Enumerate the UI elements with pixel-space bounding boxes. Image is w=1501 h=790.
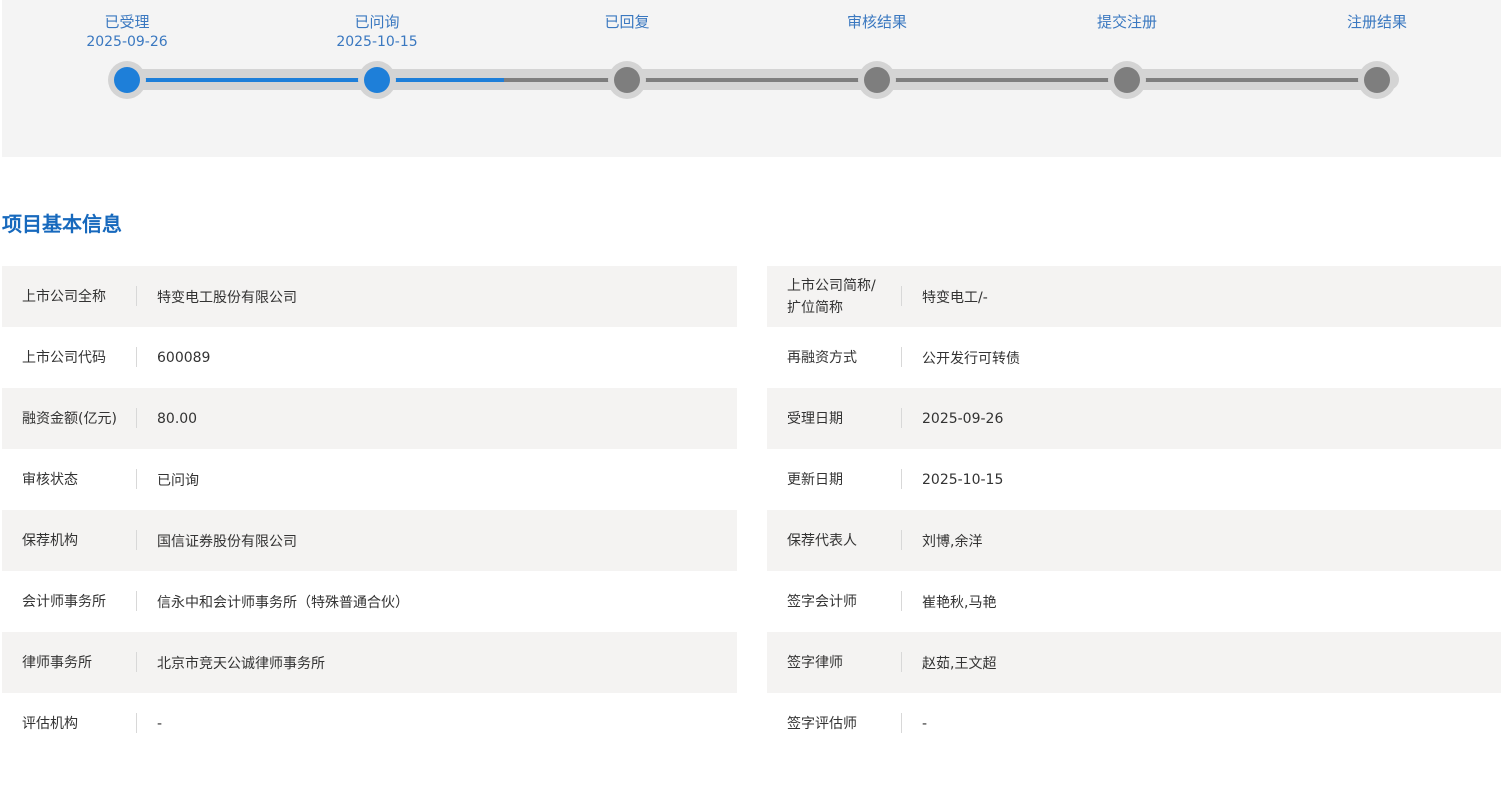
info-label: 上市公司代码 xyxy=(22,349,106,366)
timeline-step-label: 提交注册 xyxy=(1096,13,1157,31)
timeline-dot-pending-icon xyxy=(1364,67,1390,93)
info-label: 受理日期 xyxy=(787,410,843,427)
info-value: 信永中和会计师事务所（特殊普通合伙） xyxy=(157,594,409,611)
info-row: 受理日期 2025-09-26 xyxy=(767,388,1501,449)
info-divider xyxy=(901,408,902,428)
timeline-dot-pending-icon xyxy=(864,67,890,93)
info-divider xyxy=(136,469,137,489)
info-row: 评估机构 - xyxy=(2,693,737,754)
info-label: 保荐代表人 xyxy=(787,532,857,549)
info-row: 审核状态 已问询 xyxy=(2,449,737,510)
info-row: 签字评估师 - xyxy=(767,693,1501,754)
info-value: 特变电工/- xyxy=(922,289,988,306)
timeline-step-date: 2025-09-26 xyxy=(86,34,168,50)
info-label: 评估机构 xyxy=(22,715,78,732)
info-divider xyxy=(136,408,137,428)
info-label: 上市公司全称 xyxy=(22,288,106,305)
timeline-step-label: 已问询 xyxy=(354,13,400,31)
info-divider xyxy=(901,591,902,611)
progress-timeline: 已受理 2025-09-26 已问询 2025-10-15 已回复 审核结果 提交注册 注册结… xyxy=(2,0,1501,157)
timeline-node xyxy=(858,61,896,99)
info-divider xyxy=(901,652,902,672)
section-title: 项目基本信息 xyxy=(2,212,122,236)
info-label: 签字律师 xyxy=(787,654,843,671)
timeline-node xyxy=(108,61,146,99)
info-divider xyxy=(136,713,137,733)
info-divider xyxy=(901,347,902,367)
info-divider xyxy=(136,530,137,550)
info-divider xyxy=(901,286,902,306)
info-divider xyxy=(901,713,902,733)
info-value: 国信证券股份有限公司 xyxy=(157,533,297,550)
info-label: 融资金额(亿元) xyxy=(22,410,117,427)
info-divider xyxy=(136,347,137,367)
info-row: 保荐机构 国信证券股份有限公司 xyxy=(2,510,737,571)
info-value: 600089 xyxy=(157,349,211,366)
info-value: 北京市竞天公诚律师事务所 xyxy=(157,655,325,672)
info-row: 融资金额(亿元) 80.00 xyxy=(2,388,737,449)
info-value: 已问询 xyxy=(157,472,199,489)
info-value: 公开发行可转债 xyxy=(922,350,1020,367)
info-divider xyxy=(136,591,137,611)
info-row: 更新日期 2025-10-15 xyxy=(767,449,1501,510)
info-label: 保荐机构 xyxy=(22,532,78,549)
info-label: 会计师事务所 xyxy=(22,593,106,610)
info-row: 上市公司简称/扩位简称 特变电工/- xyxy=(767,266,1501,327)
info-label: 更新日期 xyxy=(787,471,843,488)
info-row: 上市公司全称 特变电工股份有限公司 xyxy=(2,266,737,327)
info-label: 签字会计师 xyxy=(787,593,857,610)
info-value: 崔艳秋,马艳 xyxy=(922,594,997,611)
timeline-dot-pending-icon xyxy=(614,67,640,93)
timeline-node xyxy=(608,61,646,99)
timeline-step-date: 2025-10-15 xyxy=(336,34,418,50)
timeline-dot-pending-icon xyxy=(1114,67,1140,93)
info-value: 2025-10-15 xyxy=(922,471,1004,488)
info-row: 上市公司代码 600089 xyxy=(2,327,737,388)
timeline-line-completed xyxy=(129,78,504,82)
info-row: 会计师事务所 信永中和会计师事务所（特殊普通合伙） xyxy=(2,571,737,632)
info-divider xyxy=(136,652,137,672)
info-row: 保荐代表人 刘博,余洋 xyxy=(767,510,1501,571)
info-label: 审核状态 xyxy=(22,471,78,488)
info-row: 签字律师 赵茹,王文超 xyxy=(767,632,1501,693)
info-divider xyxy=(136,286,137,306)
info-value: 赵茹,王文超 xyxy=(922,655,997,672)
timeline-step-label: 已回复 xyxy=(604,13,650,31)
timeline-node xyxy=(1358,61,1396,99)
timeline-node xyxy=(358,61,396,99)
info-row: 律师事务所 北京市竞天公诚律师事务所 xyxy=(2,632,737,693)
info-value: - xyxy=(922,715,928,732)
timeline-step-label: 审核结果 xyxy=(846,13,907,31)
info-divider xyxy=(901,530,902,550)
timeline-dot-active-icon xyxy=(364,67,390,93)
info-value: 特变电工股份有限公司 xyxy=(157,289,297,306)
timeline-step-label: 已受理 xyxy=(104,13,150,31)
info-value: - xyxy=(157,715,163,732)
info-label: 上市公司简称/扩位简称 xyxy=(787,277,876,316)
timeline-node xyxy=(1108,61,1146,99)
info-label: 再融资方式 xyxy=(787,349,857,366)
info-label: 签字评估师 xyxy=(787,715,857,732)
info-value: 刘博,余洋 xyxy=(922,533,983,550)
timeline-step-label: 注册结果 xyxy=(1346,13,1407,31)
info-row: 签字会计师 崔艳秋,马艳 xyxy=(767,571,1501,632)
info-row: 再融资方式 公开发行可转债 xyxy=(767,327,1501,388)
info-divider xyxy=(901,469,902,489)
info-value: 80.00 xyxy=(157,410,198,427)
info-label: 律师事务所 xyxy=(22,654,92,671)
timeline-dot-active-icon xyxy=(114,67,140,93)
info-value: 2025-09-26 xyxy=(922,410,1004,427)
